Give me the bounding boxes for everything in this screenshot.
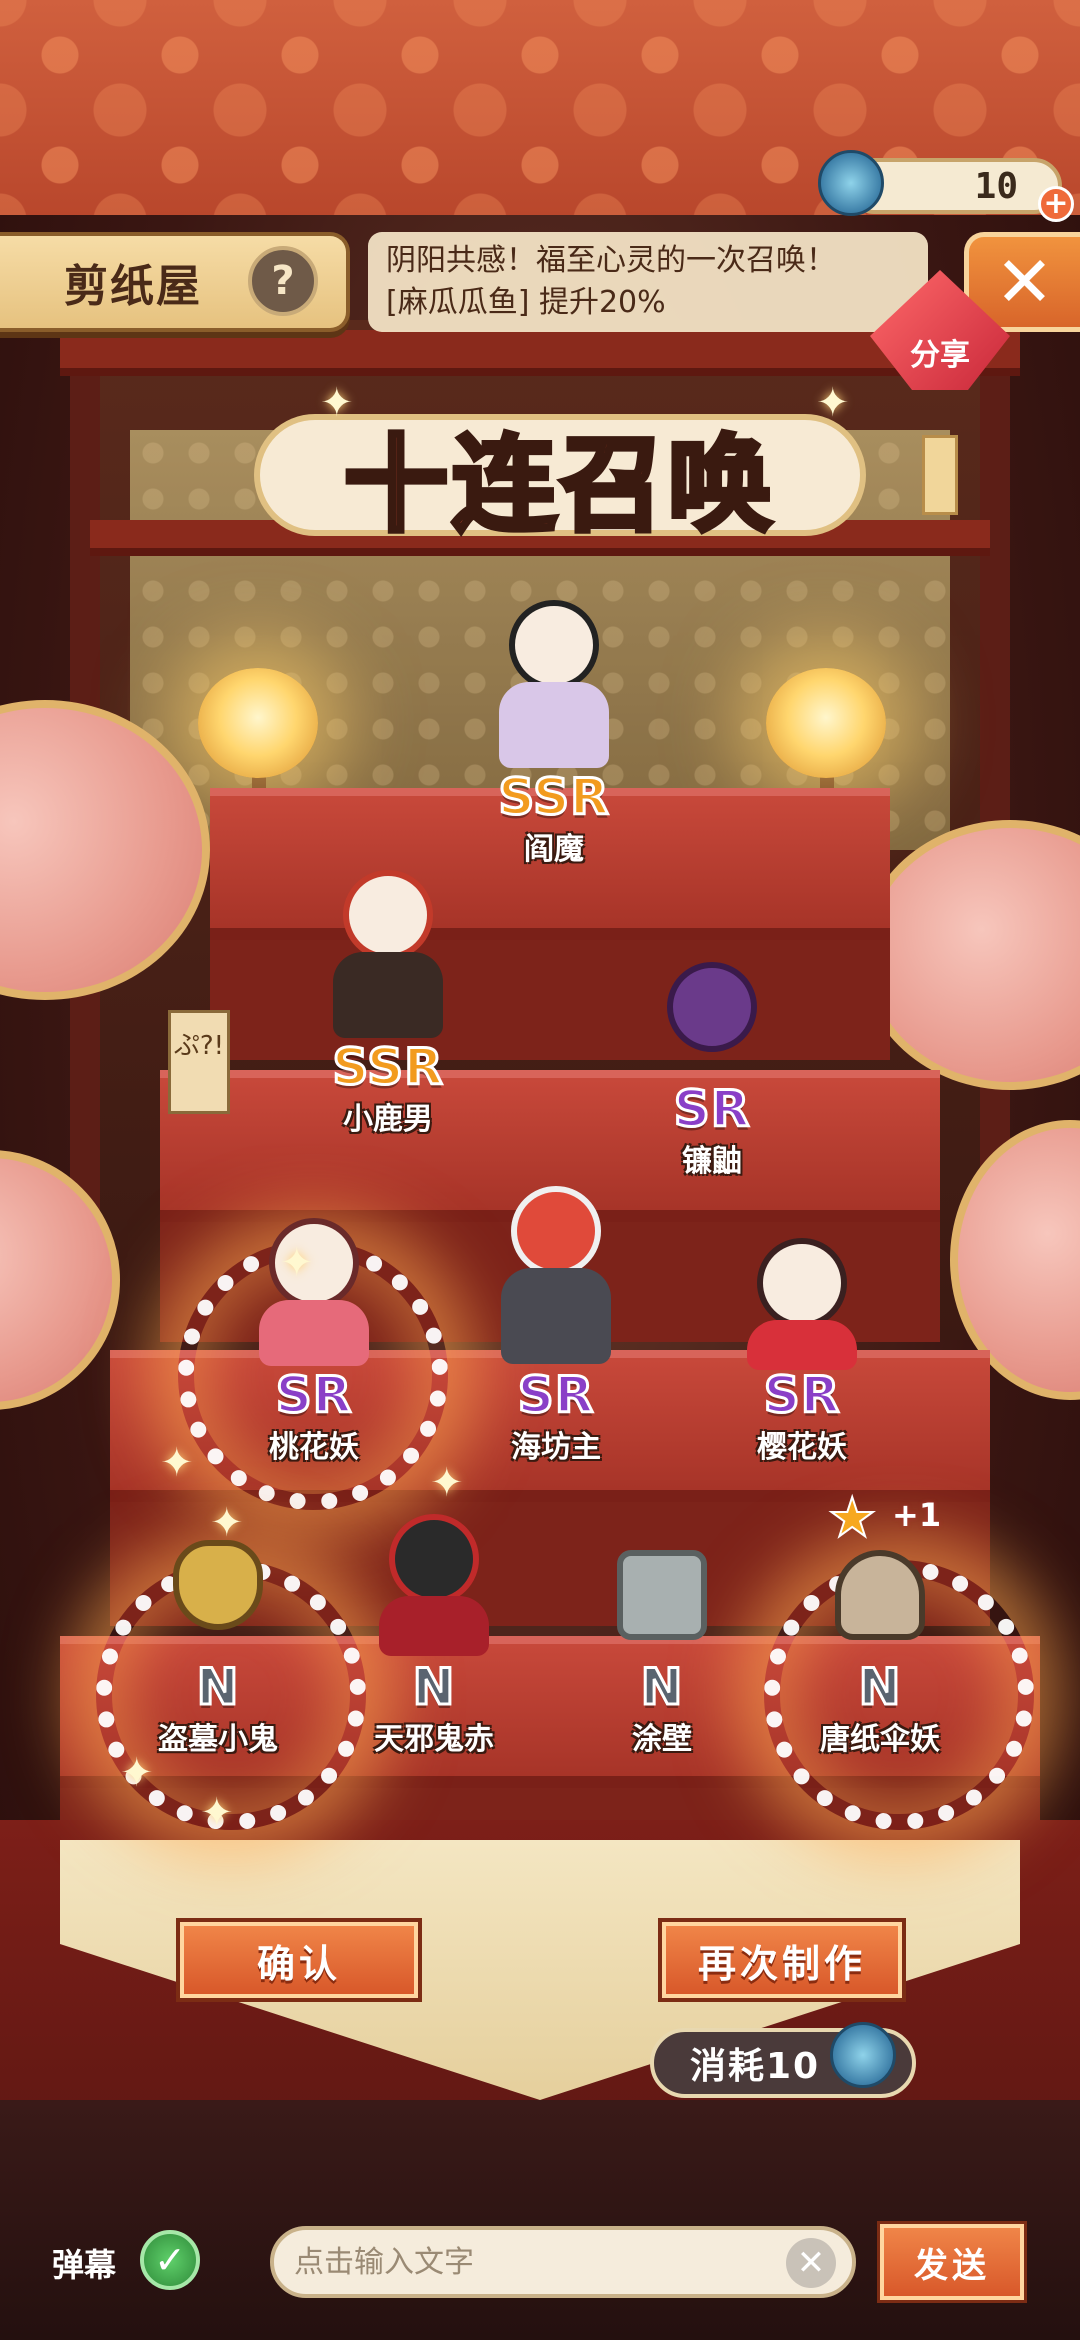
- character-name: 樱花妖: [757, 1430, 847, 1465]
- close-icon: ✕: [796, 2243, 826, 2283]
- rarity-badge: SR: [672, 1080, 751, 1138]
- character-sprite: [479, 600, 629, 770]
- rarity-badge: SR: [762, 1366, 841, 1424]
- sparkle-icon: ✦: [210, 1500, 244, 1546]
- plus-icon: +: [1043, 186, 1069, 221]
- confirm-button[interactable]: 确认: [180, 1922, 418, 1998]
- bonus-text: +1: [892, 1496, 942, 1534]
- character-body: [499, 682, 609, 768]
- cost-label: 消耗10: [690, 2046, 821, 2087]
- character-body: [379, 1596, 489, 1656]
- summon-result-3[interactable]: SR 镰鼬: [612, 962, 812, 1180]
- character-head: [511, 1186, 601, 1276]
- character-name: 桃花妖: [269, 1430, 359, 1465]
- summon-result-5[interactable]: SR 海坊主: [456, 1186, 656, 1466]
- character-sprite: [587, 1550, 737, 1660]
- character-name: 镰鼬: [682, 1144, 742, 1179]
- bottom-floor: [0, 2100, 1080, 2340]
- paper-slip-note: ぷ?!: [168, 1010, 230, 1114]
- character-name: 海坊主: [511, 1430, 601, 1465]
- check-icon: ✓: [154, 2238, 186, 2282]
- character-head: [835, 1550, 925, 1640]
- lantern-right: [766, 668, 886, 778]
- rarity-badge: SR: [274, 1366, 353, 1424]
- event-notice: 阴阳共感！福至心灵的一次召唤！ [麻瓜瓜鱼] 提升20%: [368, 232, 928, 332]
- character-name: 小鹿男: [343, 1102, 433, 1137]
- rarity-badge: SSR: [331, 1038, 444, 1096]
- question-icon: ?: [271, 258, 295, 304]
- character-sprite: [805, 1550, 955, 1660]
- character-head: [389, 1514, 479, 1604]
- character-name: 涂壁: [632, 1722, 692, 1757]
- sparkle-icon: ✦: [120, 1750, 154, 1796]
- character-sprite: [481, 1186, 631, 1368]
- rarity-badge: N: [195, 1658, 240, 1716]
- sparkle-icon: ✦: [160, 1440, 194, 1486]
- add-currency-button[interactable]: +: [1038, 186, 1074, 222]
- summon-result-6[interactable]: SR 樱花妖: [702, 1238, 902, 1466]
- star-icon: ★: [827, 1485, 877, 1550]
- help-button[interactable]: ?: [248, 246, 318, 316]
- summon-result-1[interactable]: SSR 阎魔: [454, 600, 654, 868]
- character-sprite: [727, 1238, 877, 1370]
- summon-result-4[interactable]: SR 桃花妖: [214, 1218, 414, 1466]
- currency-value: 10: [974, 165, 1018, 207]
- character-body: [333, 952, 443, 1038]
- character-name: 阎魔: [524, 832, 584, 867]
- summon-result-2[interactable]: SSR 小鹿男: [288, 870, 488, 1138]
- share-label: 分享: [910, 338, 970, 373]
- character-body: [259, 1300, 369, 1366]
- sparkle-icon: ✦: [280, 1240, 314, 1286]
- crane-ticket-icon: [818, 150, 884, 216]
- send-label: 发送: [914, 2245, 990, 2286]
- bonus-badge: ★ +1: [827, 1485, 958, 1550]
- sparkle-icon: ✦: [320, 380, 354, 426]
- paper-slip-text: ぷ?!: [173, 1031, 225, 1061]
- lantern-left: [198, 668, 318, 778]
- character-head: [757, 1238, 847, 1328]
- character-sprite: [239, 1218, 389, 1368]
- rarity-badge: N: [639, 1658, 684, 1716]
- clear-input-button[interactable]: ✕: [786, 2238, 836, 2288]
- character-sprite: [143, 1540, 293, 1660]
- rarity-badge: N: [411, 1658, 456, 1716]
- crane-ticket-icon: [830, 2022, 896, 2088]
- character-head: [667, 962, 757, 1052]
- character-head: [173, 1540, 263, 1630]
- character-sprite: [359, 1514, 509, 1660]
- character-sprite: [637, 962, 787, 1082]
- character-head: [343, 870, 433, 960]
- character-sprite: [313, 870, 463, 1040]
- character-body: [501, 1268, 611, 1364]
- character-name: 唐纸伞妖: [820, 1722, 940, 1757]
- share-button[interactable]: 分享: [870, 250, 1010, 515]
- make-again-label: 再次制作: [697, 1941, 866, 1986]
- summon-result-10[interactable]: N 唐纸伞妖: [780, 1550, 980, 1758]
- notice-line-2: [麻瓜瓜鱼] 提升20%: [386, 285, 666, 320]
- character-body: [747, 1320, 857, 1370]
- character-head: [617, 1550, 707, 1640]
- share-tag-icon: [922, 435, 958, 515]
- page-title: 剪纸屋: [64, 261, 202, 312]
- danmu-label: 弹幕: [52, 2246, 117, 2284]
- chat-input[interactable]: [270, 2226, 856, 2298]
- rarity-badge: SR: [516, 1366, 595, 1424]
- send-button[interactable]: 发送: [880, 2224, 1024, 2300]
- summon-result-9[interactable]: N 涂壁: [562, 1550, 762, 1758]
- sparkle-icon: ✦: [816, 380, 850, 426]
- sparkle-icon: ✦: [430, 1460, 464, 1506]
- confirm-label: 确认: [256, 1941, 341, 1986]
- notice-line-1: 阴阳共感！福至心灵的一次召唤！: [386, 243, 836, 278]
- summon-result-7[interactable]: N 盗墓小鬼: [118, 1540, 318, 1758]
- rarity-badge: SSR: [497, 768, 610, 826]
- character-name: 天邪鬼赤: [374, 1722, 494, 1757]
- rarity-badge: N: [857, 1658, 902, 1716]
- danmu-toggle[interactable]: ✓: [140, 2230, 200, 2290]
- summon-result-8[interactable]: N 天邪鬼赤: [334, 1514, 534, 1758]
- sparkle-icon: ✦: [200, 1790, 234, 1836]
- make-again-button[interactable]: 再次制作: [662, 1922, 902, 1998]
- character-head: [509, 600, 599, 690]
